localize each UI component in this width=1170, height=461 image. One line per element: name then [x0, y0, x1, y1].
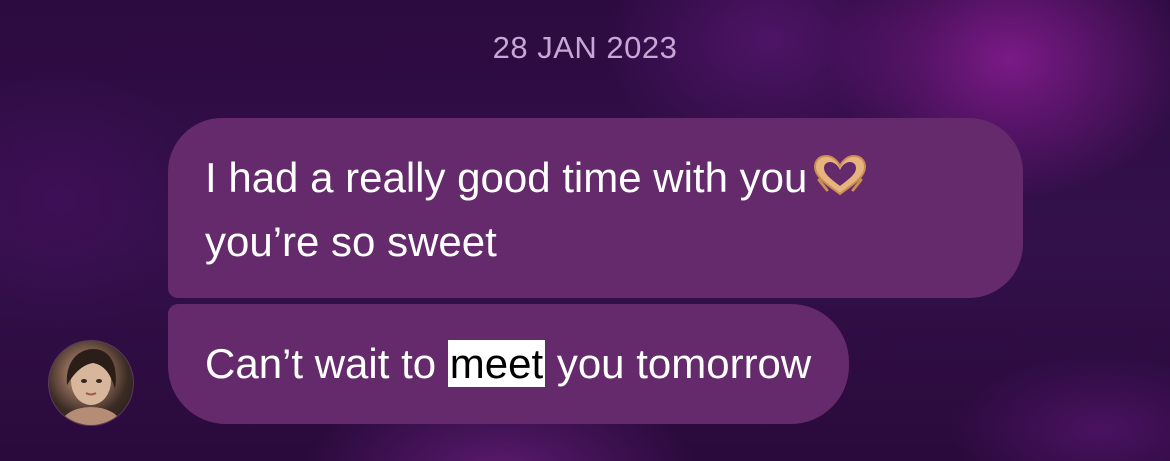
- message-line: I had a really good time with you: [205, 148, 987, 212]
- message-bubble[interactable]: I had a really good time with you you’re…: [168, 118, 1023, 298]
- message-text: you tomorrow: [545, 340, 812, 387]
- selected-text[interactable]: meet: [447, 340, 546, 387]
- message-text: I had a really good time with you: [205, 154, 808, 201]
- heart-hands-emoji-icon: [811, 152, 869, 212]
- message-text: you’re so sweet: [205, 218, 497, 265]
- sender-avatar[interactable]: [48, 340, 134, 426]
- date-separator: 28 JAN 2023: [492, 30, 678, 65]
- avatar-photo-icon: [61, 349, 121, 425]
- message-bubble[interactable]: Can’t wait to meet you tomorrow: [168, 304, 850, 424]
- message-text: Can’t wait to: [205, 340, 448, 387]
